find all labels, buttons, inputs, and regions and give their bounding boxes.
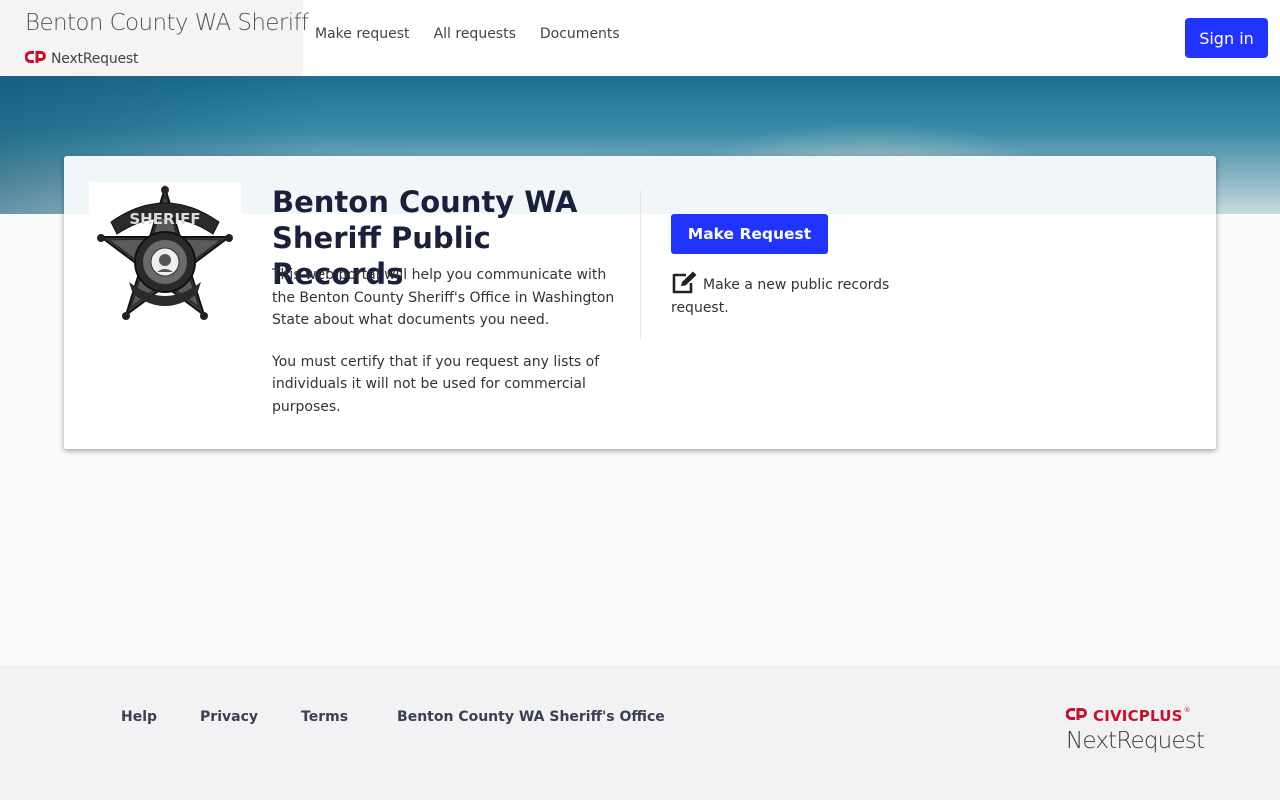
footer-links: Help Privacy Terms Benton County WA Sher… bbox=[121, 709, 665, 725]
nav-make-request[interactable]: Make request bbox=[315, 26, 410, 42]
main-nav: Make request All requests Documents bbox=[315, 26, 620, 42]
nav-documents[interactable]: Documents bbox=[540, 26, 620, 42]
footer-help-link[interactable]: Help bbox=[121, 709, 157, 725]
nav-all-requests[interactable]: All requests bbox=[434, 26, 516, 42]
footer-agency-link[interactable]: Benton County WA Sheriff's Office bbox=[397, 709, 665, 725]
civicplus-mark-icon bbox=[1065, 706, 1088, 725]
portal-description: This web portal will help you communicat… bbox=[272, 264, 622, 437]
civicplus-logo-icon bbox=[24, 49, 47, 68]
make-request-description: Make a new public records request. bbox=[671, 277, 890, 316]
civicplus-wordmark: CIVICPLUS bbox=[1093, 707, 1183, 725]
site-title[interactable]: Benton County WA Sheriff bbox=[25, 10, 309, 36]
nextrequest-brand: NextRequest bbox=[24, 49, 139, 68]
product-name: NextRequest bbox=[51, 50, 139, 67]
svg-text:SHERIFF: SHERIFF bbox=[129, 210, 200, 228]
sheriff-badge-icon: SHERIFF bbox=[89, 184, 241, 336]
certification-paragraph: You must certify that if you request any… bbox=[272, 353, 600, 415]
site-footer: Help Privacy Terms Benton County WA Sher… bbox=[0, 665, 1280, 800]
civicplus-logo[interactable]: CIVICPLUS® bbox=[1065, 706, 1191, 725]
nextrequest-wordmark: NextRequest bbox=[1066, 728, 1205, 754]
sign-in-button[interactable]: Sign in bbox=[1185, 18, 1268, 58]
footer-privacy-link[interactable]: Privacy bbox=[200, 709, 258, 725]
agency-logo: SHERIFF bbox=[89, 182, 241, 332]
welcome-card: SHERIFF Benton County WA Sheriff Public … bbox=[64, 156, 1216, 449]
make-request-button[interactable]: Make Request bbox=[671, 214, 828, 254]
description-paragraph: This web portal will help you communicat… bbox=[272, 267, 615, 328]
footer-terms-link[interactable]: Terms bbox=[301, 709, 348, 725]
top-header: Benton County WA Sheriff NextRequest Mak… bbox=[0, 0, 1280, 76]
card-divider bbox=[640, 190, 641, 340]
brand-block[interactable]: Benton County WA Sheriff NextRequest bbox=[0, 0, 309, 76]
trademark-symbol: ® bbox=[1183, 706, 1191, 714]
